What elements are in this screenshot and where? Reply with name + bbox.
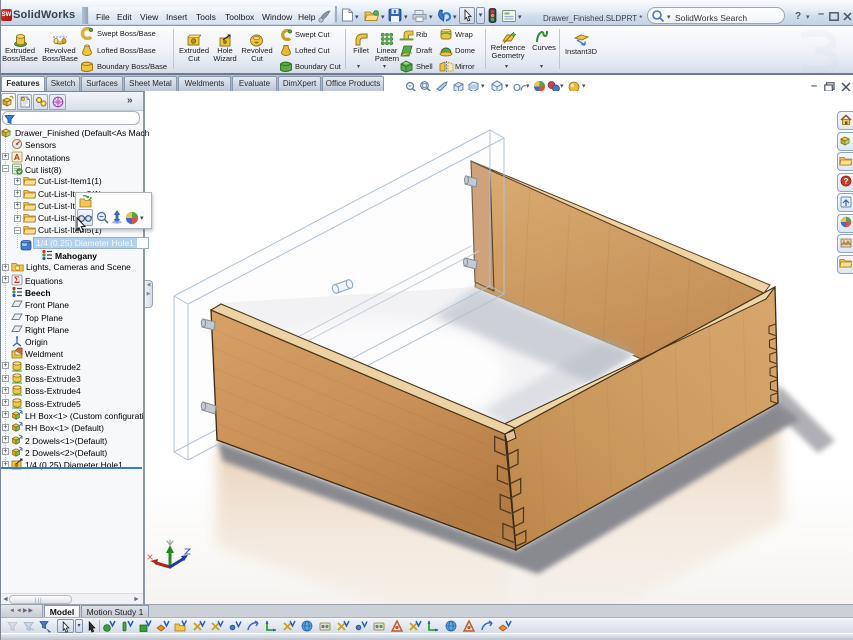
- svg-text:?: ?: [844, 177, 849, 186]
